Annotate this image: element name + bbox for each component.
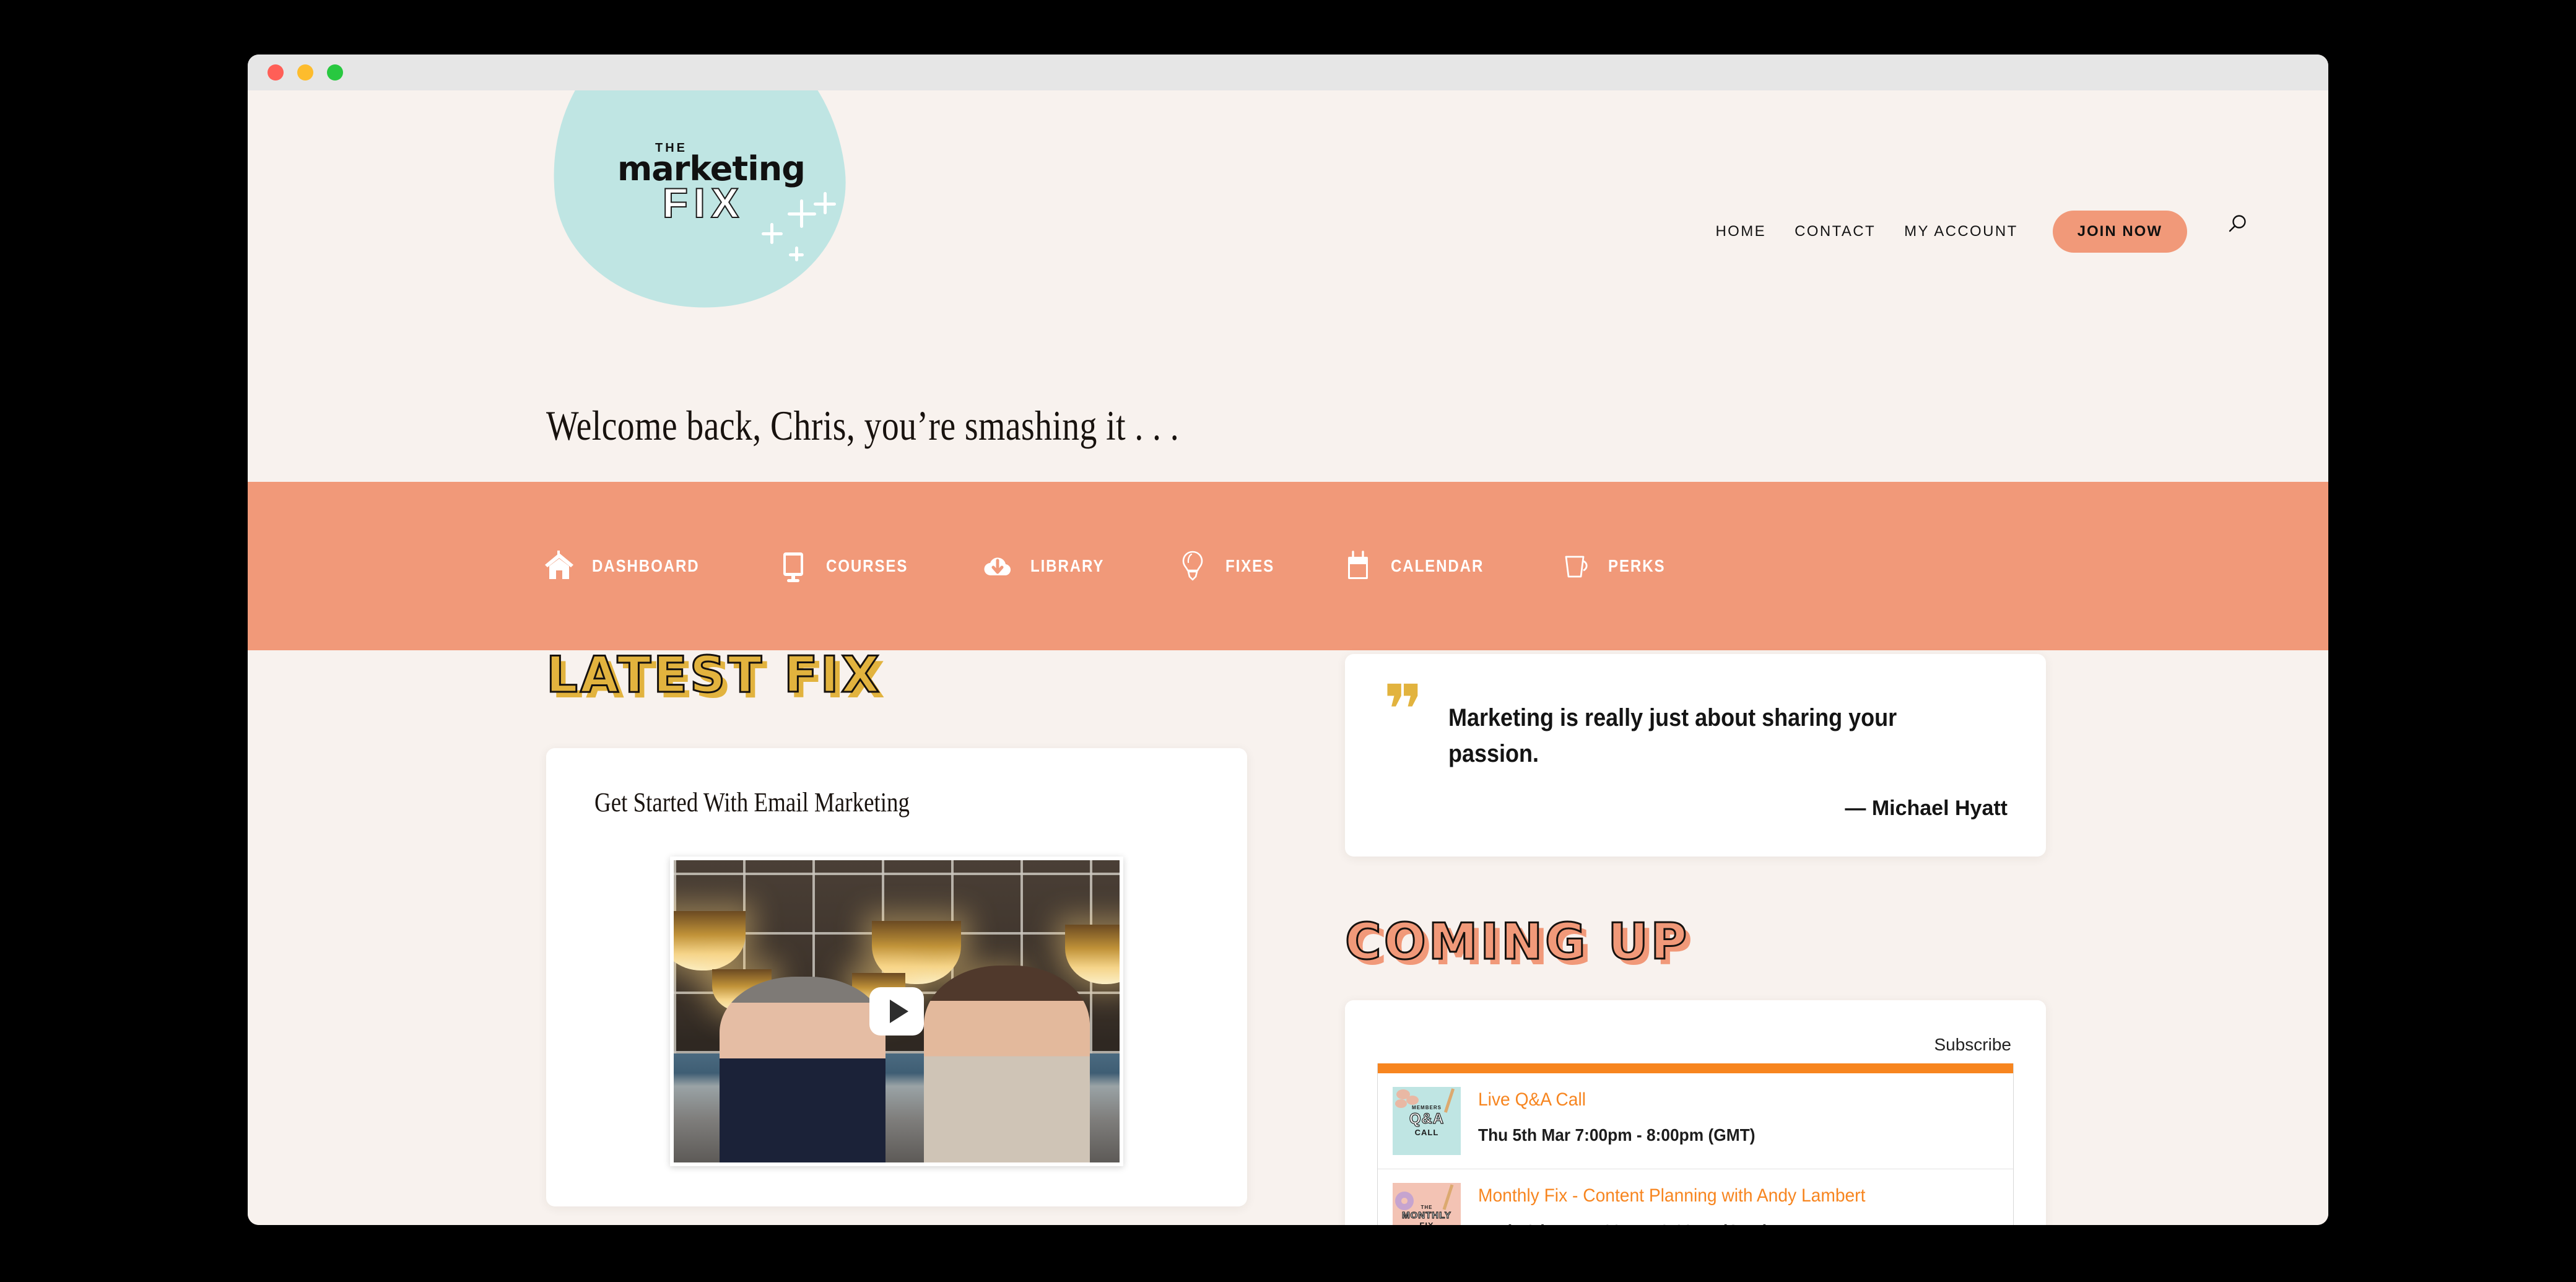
video-person-right <box>924 966 1090 1162</box>
calendar-embed: MEMBERS Q&A CALL Live Q&A Call Thu 5th M… <box>1377 1063 2014 1225</box>
primary-navigation: HOME CONTACT MY ACCOUNT JOIN NOW <box>1715 211 2248 253</box>
member-nav-label: LIBRARY <box>1030 556 1105 575</box>
member-nav-label: DASHBOARD <box>592 556 700 575</box>
event-thumbnail-monthly-fix: THE MONTHLY FIX <box>1393 1183 1461 1225</box>
play-button[interactable] <box>869 987 924 1036</box>
close-window-button[interactable] <box>268 64 284 81</box>
nav-link-my-account[interactable]: MY ACCOUNT <box>1904 223 2018 240</box>
coffee-mug-icon <box>1556 547 1595 585</box>
monitor-icon <box>774 547 812 585</box>
video-thumbnail[interactable] <box>670 857 1123 1166</box>
calendar-event-row[interactable]: MEMBERS Q&A CALL Live Q&A Call Thu 5th M… <box>1378 1073 2013 1169</box>
maximize-window-button[interactable] <box>327 64 343 81</box>
left-column: LATEST FIX Get Started With Email Market… <box>545 646 1279 1206</box>
join-now-button[interactable]: JOIN NOW <box>2052 211 2187 253</box>
calendar-event-time: Wed 18th Mar 1:00pm - 2:00pm (GMT) <box>1478 1221 1967 1225</box>
logo-fix-text: FIX <box>662 180 745 227</box>
event-thumbnail-qa: MEMBERS Q&A CALL <box>1393 1087 1461 1155</box>
member-nav-library[interactable]: LIBRARY <box>978 547 1116 585</box>
member-nav-perks[interactable]: PERKS <box>1556 547 1674 585</box>
house-icon <box>540 547 578 585</box>
nav-link-home[interactable]: HOME <box>1715 223 1766 240</box>
member-nav-label: FIXES <box>1225 556 1274 575</box>
minimize-window-button[interactable] <box>297 64 313 81</box>
screen: THE marketing FIX HOME CONTACT MY ACCOUN… <box>0 0 2576 1282</box>
calendar-event-title[interactable]: Live Q&A Call <box>1478 1089 1967 1110</box>
calendar-icon <box>1339 547 1377 585</box>
member-navigation-bar: DASHBOARD COURSES LIBRARY FIXES CALENDAR… <box>248 482 2328 650</box>
quote-author: — Michael Hyatt <box>1845 796 2008 820</box>
page-viewport: THE marketing FIX HOME CONTACT MY ACCOUN… <box>248 90 2328 1225</box>
latest-fix-heading: LATEST FIX <box>545 646 882 704</box>
event-thumb-main-label: MONTHLY <box>1402 1210 1451 1221</box>
member-nav-dashboard[interactable]: DASHBOARD <box>540 547 717 585</box>
member-nav-calendar[interactable]: CALENDAR <box>1339 547 1499 585</box>
event-thumb-main-label: Q&A <box>1409 1110 1445 1127</box>
event-thumb-sub-label: CALL <box>1414 1128 1439 1137</box>
calendar-subscribe-link[interactable]: Subscribe <box>1934 1035 2011 1054</box>
right-column: ❞ Marketing is really just about sharing… <box>1344 650 2078 1225</box>
browser-window: THE marketing FIX HOME CONTACT MY ACCOUN… <box>248 55 2328 1225</box>
calendar-event-time: Thu 5th Mar 7:00pm - 8:00pm (GMT) <box>1478 1125 1756 1145</box>
window-titlebar <box>248 55 2328 90</box>
latest-fix-title: Get Started With Email Marketing <box>594 787 910 818</box>
coming-up-calendar-card: Subscribe MEMBERS Q&A CALL Live Q&A Call… <box>1345 1000 2046 1225</box>
lightbulb-icon <box>1173 547 1212 585</box>
calendar-event-row[interactable]: THE MONTHLY FIX Monthly Fix - Content Pl… <box>1378 1169 2013 1225</box>
cloud-download-icon <box>978 547 1017 585</box>
coming-up-heading: COMING UP <box>1344 913 1690 970</box>
member-nav-label: COURSES <box>825 556 908 575</box>
quote-card: ❞ Marketing is really just about sharing… <box>1345 654 2046 857</box>
event-thumb-top-label: MEMBERS <box>1412 1105 1442 1110</box>
event-thumb-top-label: THE <box>1421 1204 1433 1210</box>
play-triangle-icon <box>889 1000 908 1023</box>
site-logo[interactable]: THE marketing FIX <box>617 141 806 227</box>
event-thumb-sub-label: FIX <box>1419 1220 1434 1226</box>
quote-mark-icon: ❞ <box>1383 670 1424 749</box>
member-nav-label: CALENDAR <box>1391 556 1484 575</box>
welcome-message: Welcome back, Chris, you’re smashing it … <box>546 402 1180 449</box>
calendar-event-title[interactable]: Monthly Fix - Content Planning with Andy… <box>1478 1185 1967 1206</box>
quote-text: Marketing is really just about sharing y… <box>1448 704 1897 767</box>
member-nav-fixes[interactable]: FIXES <box>1173 547 1282 585</box>
calendar-accent-bar <box>1378 1063 2013 1073</box>
member-nav-label: PERKS <box>1608 556 1666 575</box>
latest-fix-card[interactable]: Get Started With Email Marketing <box>546 748 1247 1206</box>
video-person-left <box>720 977 886 1162</box>
nav-link-contact[interactable]: CONTACT <box>1795 223 1876 240</box>
member-nav-courses[interactable]: COURSES <box>774 547 921 585</box>
search-icon[interactable] <box>2227 214 2248 235</box>
